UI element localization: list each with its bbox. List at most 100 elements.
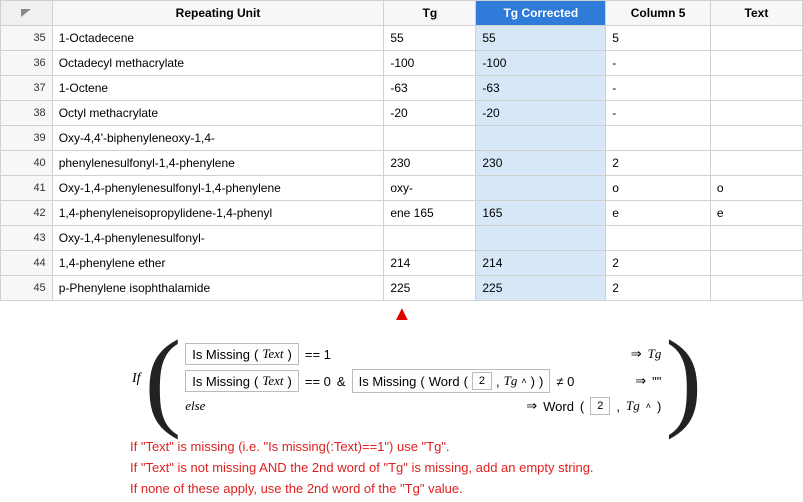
cell-text[interactable] <box>710 251 802 276</box>
cell-column5[interactable]: 2 <box>606 276 711 301</box>
cell-column5[interactable]: o <box>606 176 711 201</box>
explanation-text: If "Text" is missing (i.e. "Is missing(:… <box>130 437 803 499</box>
cell-tg-corrected[interactable]: 214 <box>476 251 606 276</box>
table-row[interactable]: 39Oxy-4,4'-biphenyleneoxy-1,4- <box>1 126 803 151</box>
row-number[interactable]: 39 <box>1 126 53 151</box>
col-header-repeating-unit[interactable]: Repeating Unit <box>52 1 384 26</box>
cell-column5[interactable]: - <box>606 51 711 76</box>
formula-box: If ( Is Missing (Text) == 1 ⇒ Tg Is Miss… <box>130 331 704 427</box>
cell-text[interactable]: o <box>710 176 802 201</box>
cell-column5[interactable]: e <box>606 201 711 226</box>
cell-repeating-unit[interactable]: phenylenesulfonyl-1,4-phenylene <box>52 151 384 176</box>
cell-tg-corrected[interactable]: -20 <box>476 101 606 126</box>
table-menu-icon <box>20 7 32 19</box>
table-row[interactable]: 43Oxy-1,4-phenylenesulfonyl- <box>1 226 803 251</box>
explain-line-3: If none of these apply, use the 2nd word… <box>130 479 803 500</box>
table-row[interactable]: 40phenylenesulfonyl-1,4-phenylene2302302 <box>1 151 803 176</box>
cell-column5[interactable] <box>606 226 711 251</box>
explain-line-2: If "Text" is not missing AND the 2nd wor… <box>130 458 803 479</box>
row-number[interactable]: 41 <box>1 176 53 201</box>
formula-row-1: Is Missing (Text) == 1 ⇒ Tg <box>185 343 661 365</box>
table-row[interactable]: 38Octyl methacrylate-20-20- <box>1 101 803 126</box>
cell-repeating-unit[interactable]: Oxy-1,4-phenylenesulfonyl- <box>52 226 384 251</box>
col-header-tg[interactable]: Tg <box>384 1 476 26</box>
cell-text[interactable] <box>710 126 802 151</box>
cell-tg-corrected[interactable]: 225 <box>476 276 606 301</box>
cell-tg[interactable]: -20 <box>384 101 476 126</box>
cell-text[interactable]: e <box>710 201 802 226</box>
cell-tg-corrected[interactable] <box>476 226 606 251</box>
cell-repeating-unit[interactable]: 1,4-phenyleneisopropylidene-1,4-phenyl <box>52 201 384 226</box>
cell-repeating-unit[interactable]: 1,4-phenylene ether <box>52 251 384 276</box>
table-row[interactable]: 36Octadecyl methacrylate-100-100- <box>1 51 803 76</box>
cell-tg[interactable]: 230 <box>384 151 476 176</box>
row-number[interactable]: 38 <box>1 101 53 126</box>
row-number[interactable]: 35 <box>1 26 53 51</box>
formula-row-2: Is Missing (Text) == 0 & Is Missing ( Wo… <box>185 369 661 393</box>
cell-text[interactable] <box>710 76 802 101</box>
cell-tg[interactable]: 214 <box>384 251 476 276</box>
row-number[interactable]: 40 <box>1 151 53 176</box>
cell-column5[interactable]: 2 <box>606 251 711 276</box>
row-number[interactable]: 45 <box>1 276 53 301</box>
ismissing-box-2: Is Missing (Text) <box>185 370 299 392</box>
table-row[interactable]: 42 1,4-phenyleneisopropylidene-1,4-pheny… <box>1 201 803 226</box>
cell-tg-corrected[interactable]: 230 <box>476 151 606 176</box>
cell-tg[interactable]: 55 <box>384 26 476 51</box>
cell-tg[interactable]: ene 165 <box>384 201 476 226</box>
table-row[interactable]: 45p-Phenylene isophthalamide2252252 <box>1 276 803 301</box>
col-header-text[interactable]: Text <box>710 1 802 26</box>
if-label: If <box>132 371 141 387</box>
arrow-up-icon: ▲ <box>392 303 412 326</box>
table-row[interactable]: 441,4-phenylene ether2142142 <box>1 251 803 276</box>
cell-tg-corrected[interactable]: -63 <box>476 76 606 101</box>
cell-tg[interactable]: -63 <box>384 76 476 101</box>
row-number[interactable]: 43 <box>1 226 53 251</box>
cell-repeating-unit[interactable]: Octadecyl methacrylate <box>52 51 384 76</box>
cell-column5[interactable] <box>606 126 711 151</box>
cell-tg-corrected[interactable] <box>476 126 606 151</box>
cell-text[interactable] <box>710 26 802 51</box>
row-number[interactable]: 44 <box>1 251 53 276</box>
row-number[interactable]: 42 <box>1 201 53 226</box>
row-number[interactable]: 36 <box>1 51 53 76</box>
cell-text[interactable] <box>710 51 802 76</box>
cell-tg[interactable] <box>384 126 476 151</box>
data-table[interactable]: Repeating Unit Tg Tg Corrected Column 5 … <box>0 0 803 301</box>
formula-row-else: else ⇒ Word ( 2 , Tg˄ ) <box>185 397 661 415</box>
cell-text[interactable] <box>710 101 802 126</box>
cell-repeating-unit[interactable]: 1-Octene <box>52 76 384 101</box>
cell-column5[interactable]: - <box>606 101 711 126</box>
paren-right-icon: ) <box>665 339 702 419</box>
cell-repeating-unit[interactable]: Octyl methacrylate <box>52 101 384 126</box>
cell-column5[interactable]: 2 <box>606 151 711 176</box>
cell-tg-corrected[interactable]: 55 <box>476 26 606 51</box>
col-header-tg-corrected[interactable]: Tg Corrected <box>476 1 606 26</box>
cell-repeating-unit[interactable]: p-Phenylene isophthalamide <box>52 276 384 301</box>
cell-repeating-unit[interactable]: 1-Octadecene <box>52 26 384 51</box>
cell-repeating-unit[interactable]: Oxy-4,4'-biphenyleneoxy-1,4- <box>52 126 384 151</box>
cell-tg-corrected[interactable] <box>476 176 606 201</box>
table-row[interactable]: 371-Octene-63-63- <box>1 76 803 101</box>
col-header-column5[interactable]: Column 5 <box>606 1 711 26</box>
cell-tg-corrected[interactable]: 165 <box>476 201 606 226</box>
cell-tg[interactable] <box>384 226 476 251</box>
cell-text[interactable] <box>710 276 802 301</box>
row-number[interactable]: 37 <box>1 76 53 101</box>
ismissing-word-box: Is Missing ( Word ( 2 , Tg˄ ) ) <box>352 369 551 393</box>
cell-text[interactable] <box>710 226 802 251</box>
cell-column5[interactable]: 5 <box>606 26 711 51</box>
cell-text[interactable] <box>710 151 802 176</box>
table-row[interactable]: 41Oxy-1,4-phenylenesulfonyl-1,4-phenylen… <box>1 176 803 201</box>
cell-repeating-unit[interactable]: Oxy-1,4-phenylenesulfonyl-1,4-phenylene <box>52 176 384 201</box>
cell-tg[interactable]: -100 <box>384 51 476 76</box>
cell-tg[interactable]: 225 <box>384 276 476 301</box>
cell-tg[interactable]: oxy- <box>384 176 476 201</box>
cell-tg-corrected[interactable]: -100 <box>476 51 606 76</box>
arrow-annotation: ▲ <box>0 301 803 327</box>
ismissing-box: Is Missing (Text) <box>185 343 299 365</box>
cell-column5[interactable]: - <box>606 76 711 101</box>
table-row[interactable]: 351-Octadecene55555 <box>1 26 803 51</box>
table-corner[interactable] <box>1 1 53 26</box>
explain-line-1: If "Text" is missing (i.e. "Is missing(:… <box>130 437 803 458</box>
